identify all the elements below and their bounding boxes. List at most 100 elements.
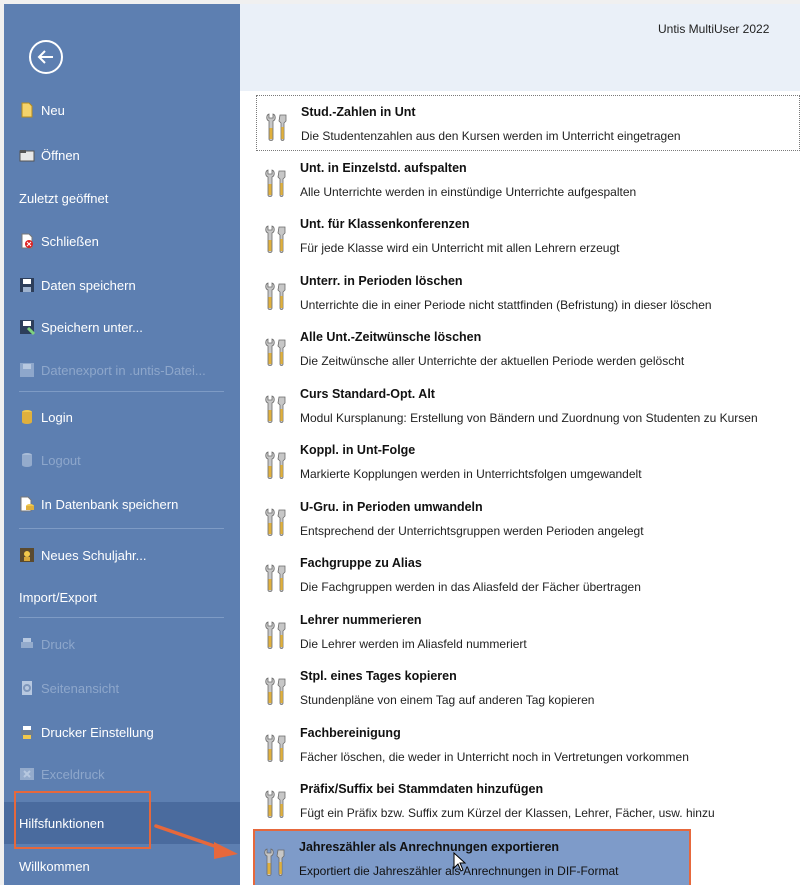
function-row[interactable]: Unt. für Klassenkonferenzen Für jede Klas…: [256, 208, 800, 264]
function-description: Für jede Klasse wird ein Unterricht mit …: [300, 241, 620, 255]
menu-login-label: Login: [41, 409, 73, 425]
annotation-arrow-icon: [154, 824, 238, 859]
tools-icon: [263, 224, 289, 254]
database-logout-icon: [22, 453, 32, 467]
back-button[interactable]: [29, 40, 63, 74]
function-title: U-Gru. in Perioden umwandeln: [300, 500, 483, 514]
menu-logout[interactable]: Logout: [4, 439, 240, 481]
function-description: Die Fachgruppen werden in das Aliasfeld …: [300, 580, 641, 594]
menu-save-as[interactable]: Speichern unter...: [4, 306, 240, 348]
function-title: Unterr. in Perioden löschen: [300, 274, 463, 288]
function-title: Koppl. in Unt-Folge: [300, 443, 416, 457]
function-description: Alle Unterrichte werden in einstündige U…: [300, 185, 637, 199]
function-row[interactable]: Curs Standard-Opt. Alt Modul Kursplanung:…: [256, 378, 800, 434]
menu-print[interactable]: Druck: [4, 623, 240, 665]
tools-icon: [263, 789, 289, 819]
function-title: Curs Standard-Opt. Alt: [300, 387, 435, 401]
menu-export-untis-label: Datenexport in .untis-Datei...: [41, 362, 206, 378]
menu-excel-print-label: Exceldruck: [41, 766, 105, 782]
tools-icon: [263, 168, 289, 198]
function-title: Lehrer nummerieren: [300, 613, 422, 627]
menu-import-export[interactable]: Import/Export: [4, 576, 240, 618]
arrow-left-icon: [37, 50, 53, 64]
function-description: Entsprechend der Unterrichtsgruppen werd…: [300, 524, 644, 538]
function-row[interactable]: Lehrer nummerieren Die Lehrer werden im A…: [256, 604, 800, 660]
menu-recent[interactable]: Zuletzt geöffnet: [4, 177, 240, 219]
export-icon: [20, 363, 34, 377]
tools-icon: [263, 281, 289, 311]
function-row[interactable]: Fachbereinigung Fächer löschen, die weder…: [256, 717, 800, 773]
helper-functions-list: Stud.-Zahlen in Unt Die Studentenzahlen a…: [253, 95, 800, 885]
function-row[interactable]: Unt. in Einzelstd. aufspalten Alle Unterr…: [256, 152, 800, 208]
function-description: Die Lehrer werden im Aliasfeld nummerier…: [300, 637, 527, 651]
function-title: Alle Unt.-Zeitwünsche löschen: [300, 330, 482, 344]
menu-welcome-label: Willkommen: [19, 858, 90, 874]
tools-icon: [263, 620, 289, 650]
tools-icon: [263, 507, 289, 537]
new-schoolyear-icon: [20, 548, 34, 562]
menu-save-database[interactable]: In Datenbank speichern: [4, 483, 240, 525]
menu-save-database-label: In Datenbank speichern: [41, 496, 179, 512]
menu-new-schoolyear-label: Neues Schuljahr...: [41, 547, 147, 563]
title-area: [240, 4, 800, 91]
annotation-highlight-box: [14, 791, 151, 849]
function-row[interactable]: Präfix/Suffix bei Stammdaten hinzufügen F…: [256, 773, 800, 829]
menu-save[interactable]: Daten speichern: [4, 264, 240, 306]
menu-print-preview[interactable]: Seitenansicht: [4, 667, 240, 709]
menu-export-untis[interactable]: Datenexport in .untis-Datei...: [4, 349, 240, 391]
function-description: Fügt ein Präfix bzw. Suffix zum Kürzel d…: [300, 806, 715, 820]
menu-logout-label: Logout: [41, 452, 81, 468]
function-row[interactable]: Koppl. in Unt-Folge Markierte Kopplungen …: [256, 434, 800, 490]
app-title: Untis MultiUser 2022: [658, 22, 770, 36]
tools-icon: [263, 337, 289, 367]
excel-icon: [20, 768, 34, 780]
tools-icon: [263, 450, 289, 480]
backstage-sidebar: Neu Öffnen Zuletzt geöffnet Schließen Da…: [4, 4, 240, 885]
menu-printer-settings-label: Drucker Einstellung: [41, 724, 154, 740]
function-description: Fächer löschen, die weder in Unterricht …: [300, 750, 689, 764]
database-save-icon: [20, 496, 34, 512]
save-icon: [20, 278, 34, 292]
function-title: Stud.-Zahlen in Unt: [301, 105, 416, 119]
folder-open-icon: [19, 150, 35, 162]
untis-window: Neu Öffnen Zuletzt geöffnet Schließen Da…: [4, 4, 800, 885]
menu-save-label: Daten speichern: [41, 277, 136, 293]
function-title: Unt. für Klassenkonferenzen: [300, 217, 470, 231]
menu-print-label: Druck: [41, 636, 75, 652]
sidebar-separator: [19, 391, 224, 392]
menu-new[interactable]: Neu: [4, 89, 240, 131]
menu-open-label: Öffnen: [41, 147, 80, 163]
function-description: Modul Kursplanung: Erstellung von Bänder…: [300, 411, 758, 425]
menu-printer-settings[interactable]: Drucker Einstellung: [4, 711, 240, 753]
tools-icon: [263, 676, 289, 706]
function-title: Stpl. eines Tages kopieren: [300, 669, 457, 683]
menu-login[interactable]: Login: [4, 396, 240, 438]
tools-icon: [264, 112, 290, 142]
function-title: Unt. in Einzelstd. aufspalten: [300, 161, 467, 175]
printer-settings-icon: [21, 726, 33, 739]
menu-excel-print[interactable]: Exceldruck: [4, 753, 240, 795]
menu-recent-label: Zuletzt geöffnet: [19, 190, 109, 206]
menu-open[interactable]: Öffnen: [4, 134, 240, 176]
function-title: Fachbereinigung: [300, 726, 401, 740]
save-as-icon: [20, 320, 35, 335]
function-row[interactable]: Alle Unt.-Zeitwünsche löschen Die Zeitwün…: [256, 321, 800, 377]
menu-new-schoolyear[interactable]: Neues Schuljahr...: [4, 534, 240, 576]
print-icon: [21, 638, 33, 648]
menu-new-label: Neu: [41, 102, 65, 118]
function-row[interactable]: U-Gru. in Perioden umwandeln Entsprechend…: [256, 491, 800, 547]
function-description: Die Zeitwünsche aller Unterrichte der ak…: [300, 354, 685, 368]
function-row[interactable]: Fachgruppe zu Alias Die Fachgruppen werde…: [256, 547, 800, 603]
function-row[interactable]: Stud.-Zahlen in Unt Die Studentenzahlen a…: [256, 95, 800, 151]
tools-icon: [263, 563, 289, 593]
function-row[interactable]: Unterr. in Perioden löschen Unterrichte d…: [256, 265, 800, 321]
function-row[interactable]: Stpl. eines Tages kopieren Stundenpläne v…: [256, 660, 800, 716]
menu-import-export-label: Import/Export: [19, 589, 98, 605]
function-description: Markierte Kopplungen werden in Unterrich…: [300, 467, 642, 481]
menu-close[interactable]: Schließen: [4, 220, 240, 262]
sidebar-separator: [19, 617, 224, 618]
database-login-icon: [22, 410, 32, 424]
function-description: Die Studentenzahlen aus den Kursen werde…: [301, 129, 681, 143]
function-row[interactable]: Jahreszähler als Anrechnungen exportiere…: [253, 829, 691, 885]
function-title: Jahreszähler als Anrechnungen exportiere…: [299, 840, 560, 854]
